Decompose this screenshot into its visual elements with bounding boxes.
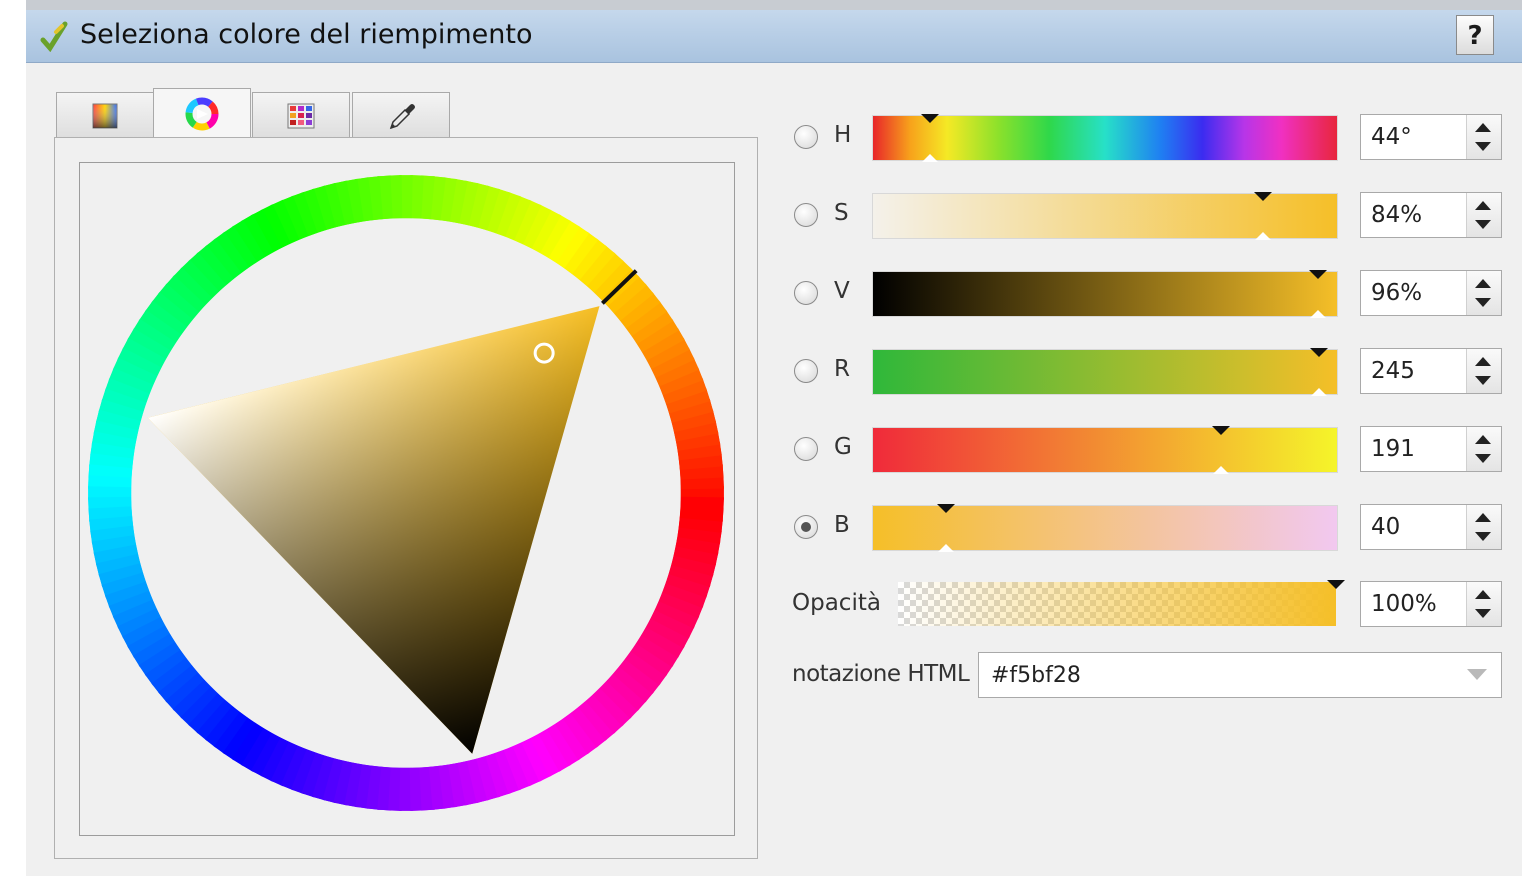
dialog-title: Seleziona colore del riempimento [80,19,533,50]
opacity-value: 100% [1371,591,1437,617]
channel-radio-r[interactable] [794,359,818,383]
spin-down-icon[interactable] [1475,298,1491,307]
dropdown-arrow-icon[interactable] [1467,669,1487,680]
slider-marker-top[interactable] [1211,426,1230,435]
spin-up-icon[interactable] [1475,201,1491,210]
window-top-border [26,0,1522,10]
channel-row-b: B 40 [26,503,1522,553]
channel-slider-r[interactable] [872,348,1338,396]
spin-up-icon[interactable] [1475,357,1491,366]
slider-marker-top[interactable] [1253,192,1272,201]
channel-value-h: 44° [1371,124,1412,150]
opacity-slider[interactable] [898,580,1345,626]
channel-value-g: 191 [1371,436,1415,462]
channel-radio-s[interactable] [794,203,818,227]
opacity-spin-buttons[interactable] [1466,582,1501,626]
html-notation-value: #f5bf28 [991,663,1081,688]
channel-value-v: 96% [1371,280,1423,306]
spin-down-icon[interactable] [1475,142,1491,151]
spin-up-icon[interactable] [1475,590,1491,599]
spin-buttons[interactable] [1466,271,1501,315]
spin-buttons[interactable] [1466,427,1501,471]
spin-down-icon[interactable] [1475,609,1491,618]
channel-row-g: G 191 [26,425,1522,475]
spin-up-icon[interactable] [1475,279,1491,288]
channel-row-v: V 96% [26,269,1522,319]
html-notation-field[interactable]: #f5bf28 [978,652,1502,698]
spin-up-icon[interactable] [1475,435,1491,444]
slider-marker-bottom[interactable] [1254,232,1271,240]
channel-value-b: 40 [1371,514,1401,540]
slider-marker-bottom[interactable] [937,544,954,552]
channel-radio-g[interactable] [794,437,818,461]
title-bar: Seleziona colore del riempimento ? [26,10,1522,63]
channel-radio-v[interactable] [794,281,818,305]
spin-buttons[interactable] [1466,349,1501,393]
color-picker-dialog: Seleziona colore del riempimento ? H 44°… [26,0,1522,876]
channel-slider-v[interactable] [872,270,1338,318]
opacity-spinbox[interactable]: 100% [1360,581,1502,627]
slider-marker-top[interactable] [1309,348,1328,357]
channel-spinbox-r[interactable]: 245 [1360,348,1502,394]
channel-slider-s[interactable] [872,192,1338,240]
html-notation-label: notazione HTML [792,661,970,687]
spin-up-icon[interactable] [1475,123,1491,132]
app-logo-icon [40,21,68,52]
channel-label-g: G [834,434,852,460]
spin-buttons[interactable] [1466,115,1501,159]
opacity-slider-marker[interactable] [1327,580,1345,589]
channel-row-s: S 84% [26,191,1522,241]
spin-up-icon[interactable] [1475,513,1491,522]
channel-slider-g[interactable] [872,426,1338,474]
slider-marker-bottom[interactable] [1212,466,1229,474]
opacity-label: Opacità [792,590,881,616]
channel-spinbox-s[interactable]: 84% [1360,192,1502,238]
channel-radio-h[interactable] [794,125,818,149]
spin-buttons[interactable] [1466,505,1501,549]
slider-marker-top[interactable] [936,504,955,513]
color-wheel-frame [79,162,735,836]
spin-down-icon[interactable] [1475,220,1491,229]
slider-marker-top[interactable] [920,114,939,123]
spin-down-icon[interactable] [1475,376,1491,385]
channel-spinbox-h[interactable]: 44° [1360,114,1502,160]
channel-value-r: 245 [1371,358,1415,384]
channel-row-h: H 44° [26,113,1522,163]
channel-radio-b[interactable] [794,515,818,539]
channel-value-s: 84% [1371,202,1423,228]
channel-row-r: R 245 [26,347,1522,397]
help-button[interactable]: ? [1456,15,1494,55]
channel-slider-h[interactable] [872,114,1338,162]
channel-spinbox-b[interactable]: 40 [1360,504,1502,550]
slider-marker-bottom[interactable] [921,154,938,162]
channel-label-r: R [834,356,850,382]
spin-buttons[interactable] [1466,193,1501,237]
spin-down-icon[interactable] [1475,532,1491,541]
slider-marker-bottom[interactable] [1310,388,1327,396]
channel-slider-b[interactable] [872,504,1338,552]
slider-marker-bottom[interactable] [1310,310,1327,318]
channel-label-s: S [834,200,849,226]
channel-label-h: H [834,122,852,148]
slider-marker-top[interactable] [1309,270,1328,279]
channel-spinbox-g[interactable]: 191 [1360,426,1502,472]
color-wheel-panel [54,137,758,859]
channel-spinbox-v[interactable]: 96% [1360,270,1502,316]
channel-label-b: B [834,512,850,538]
spin-down-icon[interactable] [1475,454,1491,463]
color-wheel[interactable] [80,163,734,835]
channel-label-v: V [834,278,850,304]
